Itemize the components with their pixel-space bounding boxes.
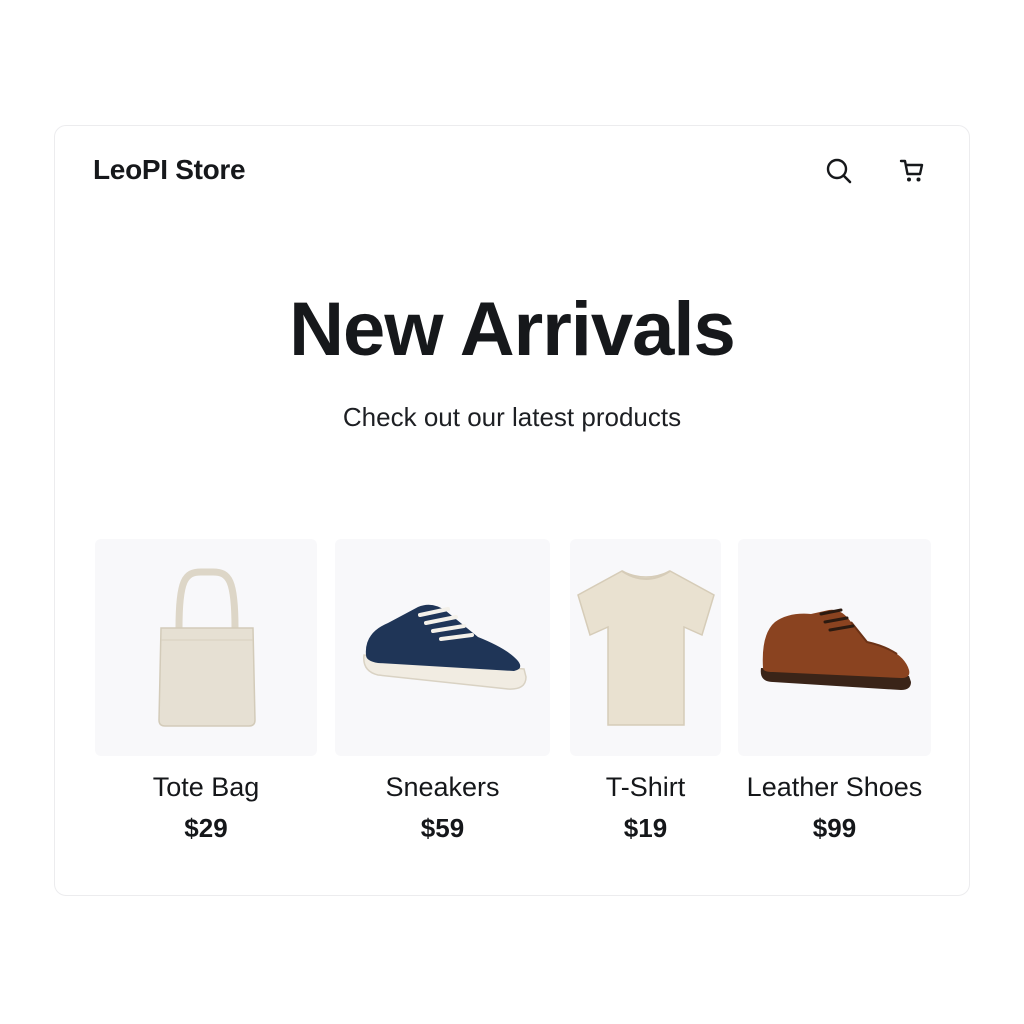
product-name[interactable]: Leather Shoes	[738, 772, 931, 803]
store-card: LeoPI Store New Arrivals Check out our l…	[54, 125, 970, 896]
product-card-sneakers[interactable]: Sneakers $59	[335, 539, 550, 844]
product-name[interactable]: T-Shirt	[570, 772, 721, 803]
product-price: $99	[812, 813, 857, 843]
tote-bag-image	[158, 568, 256, 727]
search-button[interactable]	[822, 154, 856, 188]
product-name[interactable]: Tote Bag	[95, 772, 317, 803]
store-brand[interactable]: LeoPI Store	[93, 154, 246, 186]
product-card-leather-shoes[interactable]: Leather Shoes $99	[738, 539, 931, 844]
product-price: $59	[420, 813, 465, 843]
product-name[interactable]: Sneakers	[335, 772, 550, 803]
product-thumb[interactable]	[738, 539, 931, 756]
product-thumb[interactable]	[335, 539, 550, 756]
product-thumb[interactable]	[570, 539, 721, 756]
product-price: $29	[184, 813, 228, 843]
sneakers-image	[362, 604, 527, 690]
product-card-tote-bag[interactable]: Tote Bag $29	[95, 539, 317, 844]
search-icon	[826, 158, 852, 184]
leather-shoes-image	[760, 608, 911, 690]
page-subtitle: Check out our latest products	[342, 402, 682, 432]
page-title: New Arrivals	[289, 287, 736, 372]
product-price: $19	[623, 813, 668, 843]
product-thumb[interactable]	[95, 539, 317, 756]
product-card-tshirt[interactable]: T-Shirt $19	[570, 539, 721, 844]
tshirt-image	[576, 570, 715, 726]
cart-button[interactable]	[895, 154, 929, 188]
cart-icon	[899, 159, 924, 182]
